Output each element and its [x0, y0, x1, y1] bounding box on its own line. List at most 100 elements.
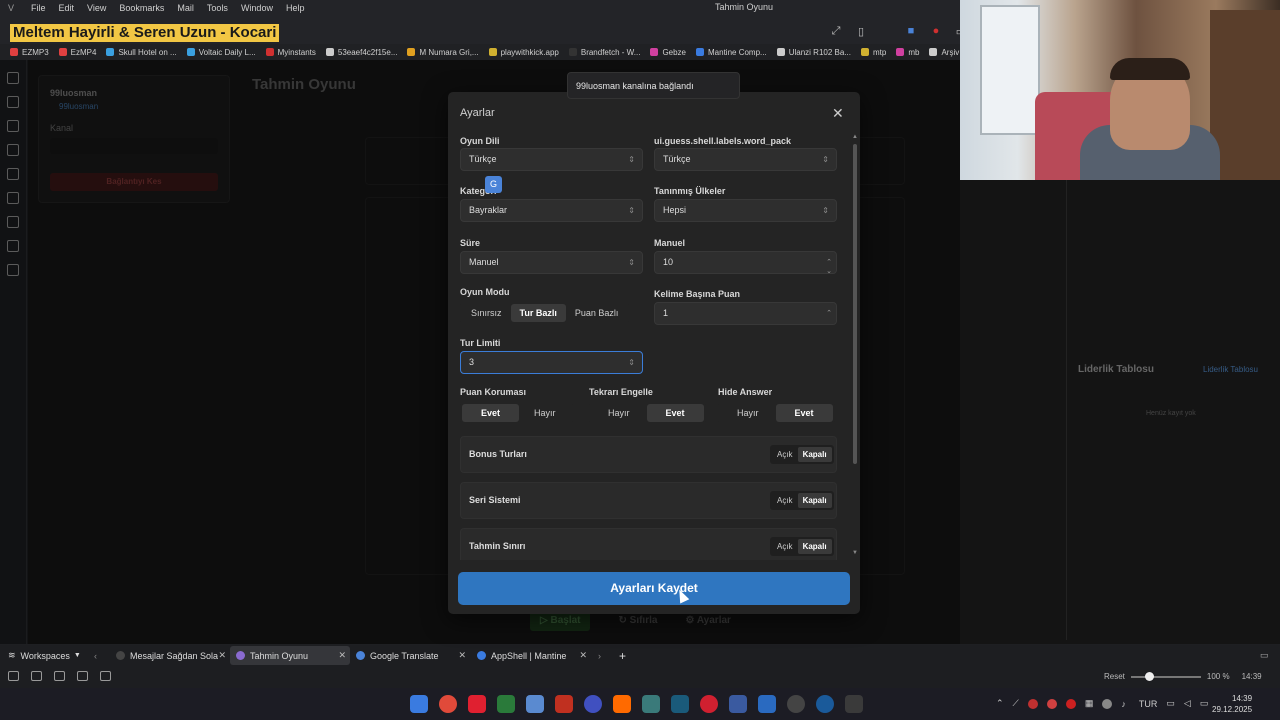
bookmark-item[interactable]: Ulanzi R102 Ba...	[776, 48, 851, 57]
protect-no[interactable]: Hayır	[519, 404, 571, 422]
mail-status-icon[interactable]	[77, 671, 88, 681]
mode-option-points[interactable]: Puan Bazlı	[566, 304, 628, 322]
toggle-off[interactable]: Kapalı	[797, 493, 832, 508]
round-limit-select[interactable]: 3 ⇕	[460, 351, 643, 374]
zoom-reset-button[interactable]: Reset	[1104, 672, 1125, 681]
youtube-music-icon[interactable]	[700, 695, 718, 713]
menu-help[interactable]: Help	[286, 3, 305, 13]
toggle-off[interactable]: Kapalı	[797, 447, 832, 462]
app-icon[interactable]	[642, 695, 660, 713]
bookmark-item[interactable]: Skull Hotel on ...	[106, 48, 177, 57]
language-indicator[interactable]: TUR	[1139, 699, 1158, 709]
steam-icon[interactable]	[816, 695, 834, 713]
obs-icon[interactable]	[787, 695, 805, 713]
tab-back-icon[interactable]: ‹	[94, 651, 97, 661]
leaderboard-link[interactable]: Liderlik Tablosu	[1203, 365, 1258, 374]
bookmark-icon[interactable]: ▯	[855, 25, 867, 38]
file-explorer-icon[interactable]	[729, 695, 747, 713]
start-menu-icon[interactable]	[410, 695, 428, 713]
network-icon[interactable]: ▭	[1166, 698, 1175, 709]
google-translate-icon[interactable]: G	[485, 176, 502, 193]
mode-option-unlimited[interactable]: Sınırsız	[462, 304, 511, 322]
tile-icon[interactable]	[31, 671, 42, 681]
toggle-on[interactable]: Açık	[772, 447, 798, 462]
new-tab-icon[interactable]: +	[619, 649, 626, 663]
bookmark-item[interactable]: Myinstants	[265, 48, 316, 57]
bookmark-item[interactable]: mtp	[860, 48, 886, 57]
tray-expand-icon[interactable]: ⌃	[996, 698, 1004, 709]
tab-tahmin-oyunu[interactable]: Tahmin Oyunu ✕	[230, 646, 350, 665]
decrement-icon[interactable]: ⌄	[826, 261, 832, 282]
bookmark-item[interactable]: mb	[896, 48, 919, 57]
language-select[interactable]: Türkçe ⇕	[460, 148, 643, 171]
tray-app-icon[interactable]	[1102, 698, 1113, 709]
toggle-on[interactable]: Açık	[772, 493, 798, 508]
app-icon[interactable]	[526, 695, 544, 713]
app-icon[interactable]	[671, 695, 689, 713]
duration-select[interactable]: Manuel ⇕	[460, 251, 643, 274]
tray-app-icon[interactable]	[1065, 698, 1076, 709]
scrollbar-thumb[interactable]	[853, 144, 857, 464]
repeat-yes[interactable]: Evet	[646, 404, 704, 422]
repeat-no[interactable]: Hayır	[591, 404, 647, 422]
illustrator-icon[interactable]	[613, 695, 631, 713]
bookmark-item[interactable]: 53eaef4c2f15e...	[325, 48, 397, 57]
protect-yes[interactable]: Evet	[462, 404, 520, 422]
workspaces-button[interactable]: ≋ Workspaces ▼	[8, 650, 93, 661]
volume-icon[interactable]: ◁	[1184, 698, 1191, 709]
app-icon[interactable]	[845, 695, 863, 713]
battery-icon[interactable]: ▭	[1200, 698, 1209, 709]
bookmark-item[interactable]: Brandfetch - W...	[568, 48, 640, 57]
tab-appshell[interactable]: AppShell | Mantine ✕	[471, 646, 591, 665]
filezilla-icon[interactable]	[555, 695, 573, 713]
terminal-icon[interactable]	[497, 695, 515, 713]
tab-google-translate[interactable]: Google Translate ✕	[350, 646, 470, 665]
save-settings-button[interactable]: Ayarları Kaydet	[458, 572, 850, 605]
taskbar-clock[interactable]: 14:39 29.12.2025	[1212, 693, 1252, 715]
tab-forward-icon[interactable]: ›	[598, 651, 601, 661]
tab-close-icon[interactable]: ✕	[338, 650, 346, 661]
menu-file[interactable]: File	[31, 3, 46, 13]
category-select[interactable]: Bayraklar ⇕	[460, 199, 643, 222]
menu-view[interactable]: View	[87, 3, 106, 13]
translate-icon[interactable]: ■	[905, 25, 917, 38]
tab-close-icon[interactable]: ✕	[458, 650, 466, 661]
cloud-icon[interactable]	[54, 671, 65, 681]
chrome-icon[interactable]	[439, 695, 457, 713]
tab-mesajlar[interactable]: Mesajlar Sağdan Sola ✕	[110, 646, 230, 665]
panel-toggle-icon[interactable]	[8, 671, 19, 681]
record-icon[interactable]: ●	[930, 25, 942, 38]
microphone-icon[interactable]: ♪	[1121, 699, 1126, 709]
tab-close-icon[interactable]: ✕	[579, 650, 587, 661]
increment-icon[interactable]: ⌃	[826, 303, 832, 324]
tray-app-icon[interactable]: ▦	[1085, 698, 1094, 709]
bookmark-item[interactable]: M Numara Gri,...	[407, 48, 479, 57]
menu-edit[interactable]: Edit	[59, 3, 75, 13]
discord-icon[interactable]	[584, 695, 602, 713]
zoom-slider-thumb[interactable]	[1144, 671, 1154, 681]
outlook-icon[interactable]	[758, 695, 776, 713]
vivaldi-icon[interactable]	[468, 695, 486, 713]
manual-number-input[interactable]: 10 ⌃ ⌄	[654, 251, 837, 275]
menu-window[interactable]: Window	[241, 3, 273, 13]
bookmark-item[interactable]: Mantine Comp...	[696, 48, 767, 57]
bookmark-item[interactable]: EZMP3	[10, 48, 49, 57]
hide-no[interactable]: Hayır	[720, 404, 776, 422]
scroll-down-icon[interactable]: ▼	[852, 550, 858, 556]
toggle-on[interactable]: Açık	[772, 539, 798, 554]
tab-close-icon[interactable]: ✕	[218, 650, 226, 661]
zoom-slider[interactable]	[1130, 671, 1201, 681]
bookmark-item[interactable]: Voltaic Daily L...	[186, 48, 256, 57]
bookmark-item[interactable]: EzMP4	[58, 48, 96, 57]
wordpack-select[interactable]: Türkçe ⇕	[654, 148, 837, 171]
bookmark-item[interactable]: Gebze	[650, 48, 686, 57]
tray-app-icon[interactable]: ⟋	[1013, 698, 1019, 709]
known-countries-select[interactable]: Hepsi ⇕	[654, 199, 837, 222]
toggle-off[interactable]: Kapalı	[797, 539, 832, 554]
tray-app-icon[interactable]	[1027, 698, 1038, 709]
points-per-word-input[interactable]: 1 ⌃	[654, 302, 837, 325]
bookmark-item[interactable]: Arşiv	[929, 48, 959, 57]
modal-scrollbar[interactable]: ▲ ▼	[852, 134, 858, 560]
magic-icon[interactable]: ⤢	[830, 25, 842, 38]
mode-option-rounds[interactable]: Tur Bazlı	[510, 304, 566, 322]
